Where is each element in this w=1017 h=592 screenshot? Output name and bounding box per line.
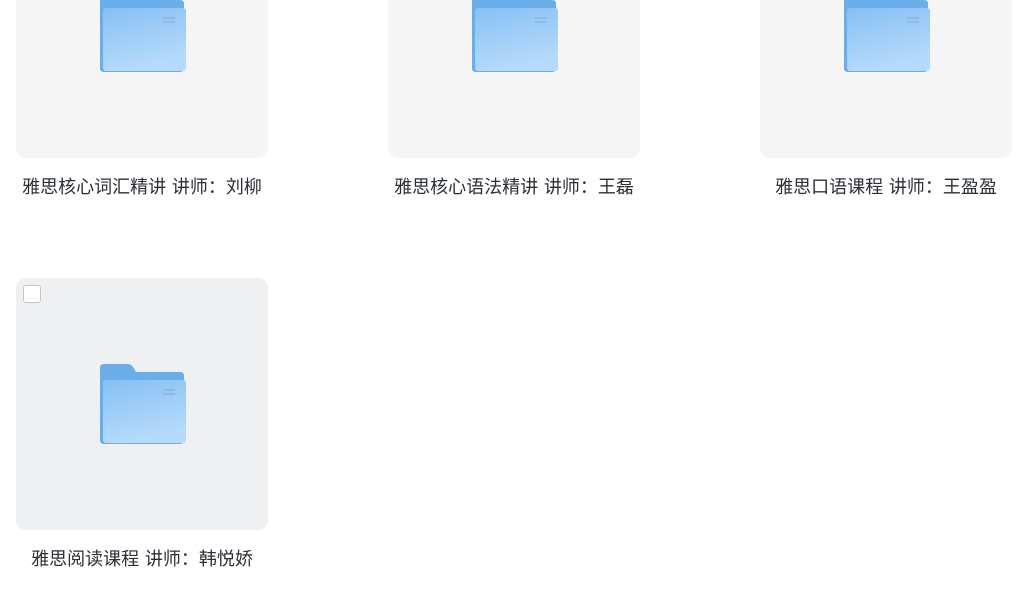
select-checkbox[interactable] [23,285,41,303]
folder-grid: 雅思核心词汇精讲 讲师：刘柳 雅思核心语法精讲 讲师：王磊 雅思口语课程 讲师：… [0,0,1017,592]
folder-title[interactable]: 雅思核心词汇精讲 讲师：刘柳 [16,174,268,202]
folder-title[interactable]: 雅思核心语法精讲 讲师：王磊 [388,174,640,202]
folder-icon [844,0,930,72]
folder-tile[interactable]: 雅思核心词汇精讲 讲师：刘柳 [16,0,268,202]
folder-tile[interactable]: 雅思核心语法精讲 讲师：王磊 [388,0,640,202]
folder-icon [100,364,186,444]
folder-thumbnail[interactable] [760,0,1012,158]
folder-icon [472,0,558,72]
folder-title[interactable]: 雅思阅读课程 讲师：韩悦娇 [16,546,268,574]
folder-thumbnail[interactable] [16,0,268,158]
folder-tile[interactable]: 雅思口语课程 讲师：王盈盈 [760,0,1012,202]
folder-title[interactable]: 雅思口语课程 讲师：王盈盈 [760,174,1012,202]
folder-icon [100,0,186,72]
folder-thumbnail[interactable] [16,278,268,530]
folder-thumbnail[interactable] [388,0,640,158]
folder-tile[interactable]: 雅思阅读课程 讲师：韩悦娇 [16,278,268,574]
